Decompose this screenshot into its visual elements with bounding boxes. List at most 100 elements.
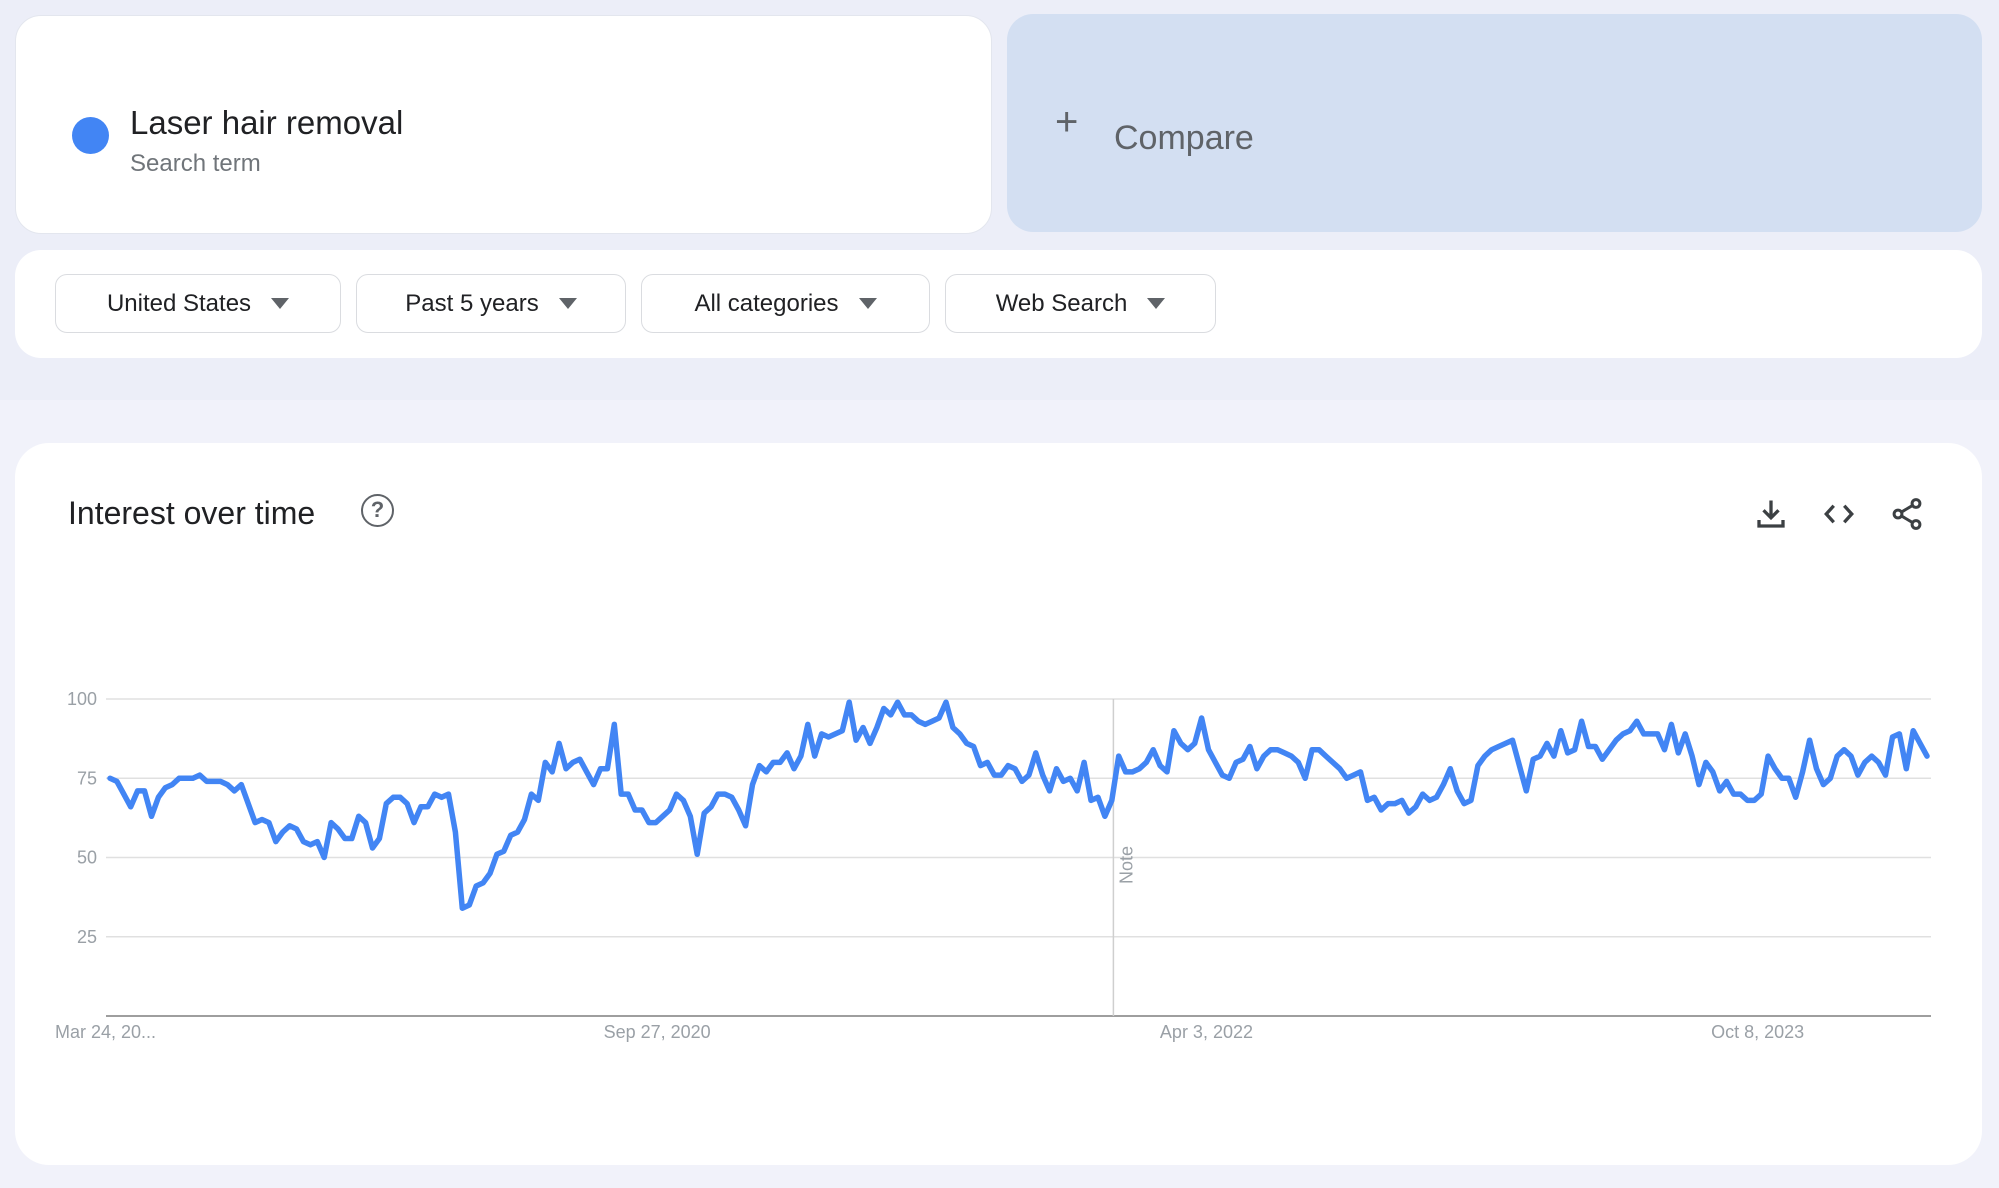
data-point[interactable] xyxy=(970,743,977,750)
data-point[interactable] xyxy=(473,883,480,890)
data-point[interactable] xyxy=(1226,775,1233,782)
data-point[interactable] xyxy=(1537,753,1544,760)
data-point[interactable] xyxy=(894,699,901,706)
data-point[interactable] xyxy=(556,740,563,747)
data-point[interactable] xyxy=(1903,765,1910,772)
data-point[interactable] xyxy=(977,762,984,769)
data-point[interactable] xyxy=(1730,791,1737,798)
data-point[interactable] xyxy=(549,768,556,775)
data-point[interactable] xyxy=(583,768,590,775)
data-point[interactable] xyxy=(155,794,162,801)
data-point[interactable] xyxy=(369,845,376,852)
data-point[interactable] xyxy=(687,813,694,820)
data-point[interactable] xyxy=(210,778,217,785)
data-point[interactable] xyxy=(1405,810,1412,817)
data-point[interactable] xyxy=(196,772,203,779)
data-point[interactable] xyxy=(141,787,148,794)
data-point[interactable] xyxy=(1253,765,1260,772)
data-point[interactable] xyxy=(459,905,466,912)
data-point[interactable] xyxy=(1758,791,1765,798)
data-point[interactable] xyxy=(1005,762,1012,769)
data-point[interactable] xyxy=(1502,740,1509,747)
data-point[interactable] xyxy=(1295,759,1302,766)
data-point[interactable] xyxy=(901,711,908,718)
data-point[interactable] xyxy=(162,784,169,791)
data-point[interactable] xyxy=(1709,768,1716,775)
data-point[interactable] xyxy=(1053,765,1060,772)
data-point[interactable] xyxy=(1571,746,1578,753)
data-point[interactable] xyxy=(1170,727,1177,734)
data-point[interactable] xyxy=(929,718,936,725)
data-point[interactable] xyxy=(742,822,749,829)
data-point[interactable] xyxy=(1848,753,1855,760)
data-point[interactable] xyxy=(1067,775,1074,782)
data-point[interactable] xyxy=(1751,797,1758,804)
data-point[interactable] xyxy=(701,810,708,817)
data-point[interactable] xyxy=(466,902,473,909)
data-point[interactable] xyxy=(569,759,576,766)
data-point[interactable] xyxy=(908,711,915,718)
data-point[interactable] xyxy=(1309,746,1316,753)
data-point[interactable] xyxy=(811,753,818,760)
data-point[interactable] xyxy=(1592,743,1599,750)
data-point[interactable] xyxy=(417,803,424,810)
data-point[interactable] xyxy=(1689,753,1696,760)
data-point[interactable] xyxy=(1060,778,1067,785)
data-point[interactable] xyxy=(1675,749,1682,756)
data-point[interactable] xyxy=(645,819,652,826)
data-point[interactable] xyxy=(590,781,597,788)
data-point[interactable] xyxy=(1329,759,1336,766)
data-point[interactable] xyxy=(1412,803,1419,810)
data-point[interactable] xyxy=(1737,791,1744,798)
data-point[interactable] xyxy=(1633,718,1640,725)
data-point[interactable] xyxy=(113,778,120,785)
data-point[interactable] xyxy=(169,781,176,788)
data-point[interactable] xyxy=(148,813,155,820)
data-point[interactable] xyxy=(1205,746,1212,753)
data-point[interactable] xyxy=(1357,768,1364,775)
data-point[interactable] xyxy=(922,721,929,728)
data-point[interactable] xyxy=(1302,775,1309,782)
data-point[interactable] xyxy=(1785,775,1792,782)
data-point[interactable] xyxy=(1392,800,1399,807)
data-point[interactable] xyxy=(1723,778,1730,785)
data-point[interactable] xyxy=(735,807,742,814)
data-point[interactable] xyxy=(867,740,874,747)
data-point[interactable] xyxy=(604,765,611,772)
data-point[interactable] xyxy=(252,819,259,826)
data-point[interactable] xyxy=(1378,807,1385,814)
data-point[interactable] xyxy=(680,797,687,804)
data-point[interactable] xyxy=(666,807,673,814)
data-point[interactable] xyxy=(1668,721,1675,728)
data-point[interactable] xyxy=(576,756,583,763)
data-point[interactable] xyxy=(1081,759,1088,766)
data-point[interactable] xyxy=(203,778,210,785)
data-point[interactable] xyxy=(1012,765,1019,772)
data-point[interactable] xyxy=(936,715,943,722)
data-point[interactable] xyxy=(1039,772,1046,779)
data-point[interactable] xyxy=(245,800,252,807)
data-point[interactable] xyxy=(1440,781,1447,788)
data-point[interactable] xyxy=(1896,730,1903,737)
data-point[interactable] xyxy=(1806,737,1813,744)
data-point[interactable] xyxy=(1854,772,1861,779)
data-point[interactable] xyxy=(189,775,196,782)
data-point[interactable] xyxy=(390,794,397,801)
data-point[interactable] xyxy=(348,835,355,842)
data-point[interactable] xyxy=(825,734,832,741)
data-point[interactable] xyxy=(777,759,784,766)
data-point[interactable] xyxy=(1316,746,1323,753)
data-point[interactable] xyxy=(791,765,798,772)
data-point[interactable] xyxy=(625,791,632,798)
data-point[interactable] xyxy=(652,819,659,826)
data-point[interactable] xyxy=(1772,765,1779,772)
data-point[interactable] xyxy=(1433,794,1440,801)
data-point[interactable] xyxy=(328,819,335,826)
data-point[interactable] xyxy=(708,803,715,810)
data-point[interactable] xyxy=(597,765,604,772)
data-point[interactable] xyxy=(307,841,314,848)
data-point[interactable] xyxy=(238,781,245,788)
data-point[interactable] xyxy=(784,749,791,756)
data-point[interactable] xyxy=(1212,759,1219,766)
data-point[interactable] xyxy=(431,791,438,798)
